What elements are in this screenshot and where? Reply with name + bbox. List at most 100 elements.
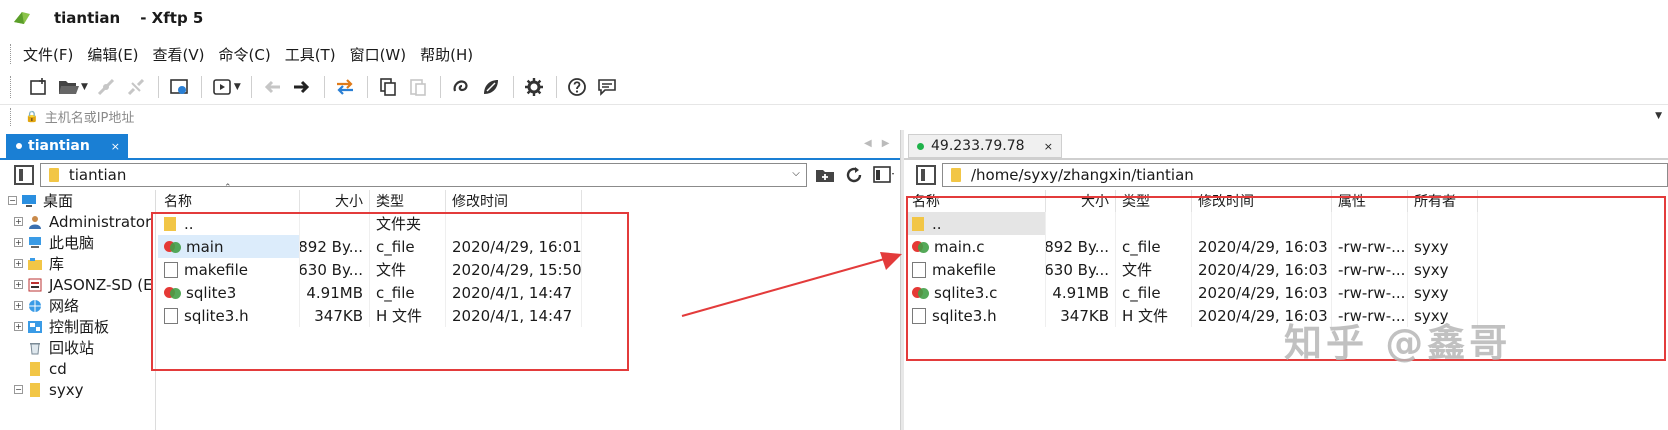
play-terminal-icon [213,79,231,95]
tab-remote-close-icon[interactable]: × [1044,140,1053,153]
copy-icon [380,78,396,96]
tree-item-sd-card[interactable]: + JASONZ-SD (E [8,274,155,295]
address-grip[interactable] [10,107,13,126]
tab-local-label: tiantian [28,138,90,154]
tree-item-network[interactable]: + 网络 [8,295,155,316]
tree-item-label: syxy [49,380,84,399]
remote-tree-toggle-button[interactable] [916,165,936,185]
app-name: - Xftp 5 [140,9,204,27]
tree-item-this-pc[interactable]: + 此电脑 [8,232,155,253]
expand-icon[interactable]: + [14,280,23,289]
local-tree-toggle-button[interactable] [14,165,34,185]
new-session-button[interactable] [25,73,53,101]
tree-item-label: 回收站 [49,339,95,357]
xftp-button[interactable] [477,73,505,101]
col-header-type[interactable]: 类型 [370,190,446,212]
chat-button[interactable] [593,73,621,101]
tab-local[interactable]: tiantian × [6,134,128,158]
help-button[interactable] [563,73,591,101]
open-session-button[interactable] [55,73,83,101]
toolbar-separator [157,76,159,98]
local-path-text: tiantian [68,166,127,184]
tree-item-label: 控制面板 [49,318,110,336]
tree-item-label: 桌面 [43,192,74,210]
back-button[interactable] [258,73,286,101]
toolbar-separator [439,76,441,98]
recycle-bin-icon [27,341,43,355]
sync-button[interactable] [331,73,359,101]
folder-icon [950,168,961,182]
collapse-icon[interactable]: − [14,385,23,394]
tree-item-control-panel[interactable]: + 控制面板 [8,316,155,337]
terminal-dropdown-icon[interactable]: ▼ [234,82,241,92]
lock-icon: 🔒 [25,110,39,123]
menu-command[interactable]: 命令(C) [219,44,271,65]
remote-path-combobox[interactable]: /home/syxy/zhangxin/tiantian [941,163,1668,187]
control-panel-icon [27,320,43,334]
folder-plus-icon [815,170,834,182]
tab-scroll-arrows-icon[interactable]: ◀▶ [864,138,899,149]
disconnect-button[interactable] [122,73,150,101]
tree-item-syxy[interactable]: − syxy [8,379,155,400]
toolbar-separator [366,76,368,98]
properties-button[interactable] [165,73,193,101]
desktop-icon [21,194,37,208]
menu-grip[interactable] [10,44,13,64]
paste-button[interactable] [404,73,432,101]
tree-item-library[interactable]: + 库 [8,253,155,274]
xshell-button[interactable] [447,73,475,101]
remote-path-text: /home/syxy/zhangxin/tiantian [970,166,1194,184]
local-refresh-button[interactable] [841,161,869,189]
expand-icon[interactable]: + [14,301,23,310]
collapse-icon[interactable]: − [8,196,17,205]
address-dropdown-icon[interactable]: ▼ [1655,111,1662,121]
expand-icon[interactable]: + [14,259,23,268]
arrow-left-icon [264,80,280,94]
connect-button[interactable] [92,73,120,101]
menu-file[interactable]: 文件(F) [23,44,73,65]
properties-icon [170,79,188,94]
open-session-dropdown-icon[interactable]: ▼ [81,82,88,92]
menu-edit[interactable]: 编辑(E) [87,44,138,65]
local-view-button[interactable] [870,161,898,189]
menu-help[interactable]: 帮助(H) [420,44,473,65]
col-header-modified[interactable]: 修改时间 [446,190,582,212]
expand-icon[interactable]: + [14,217,23,226]
folder-icon [27,382,43,397]
library-icon [27,257,43,271]
col-header-name[interactable]: 名称 [158,190,300,212]
forward-button[interactable] [288,73,316,101]
menu-view[interactable]: 查看(V) [153,44,205,65]
tab-status-dot [16,143,22,149]
help-circle-icon [567,78,586,96]
toolbar-grip[interactable] [10,76,13,98]
local-path-combobox[interactable]: tiantian ⌵ [39,163,807,187]
annotation-box-local [151,212,629,371]
tree-item-label: JASONZ-SD (E [49,275,153,294]
copy-button[interactable] [374,73,402,101]
tree-item-recycle-bin[interactable]: 回收站 [8,337,155,358]
tree-item-desktop[interactable]: − 桌面 [8,190,155,211]
toolbar-separator [512,76,514,98]
tab-local-close-icon[interactable]: × [111,140,120,153]
toolbar-separator [200,76,202,98]
xftp-logo-icon [14,12,30,24]
menu-window[interactable]: 窗口(W) [350,44,407,65]
tab-remote[interactable]: 49.233.79.78 × [908,134,1062,158]
col-header-size[interactable]: 大小 [300,190,370,212]
new-folder-button[interactable] [811,161,839,189]
tree-item-label: cd [49,359,67,378]
tree-item-administrator[interactable]: + Administrator [8,211,155,232]
expand-icon[interactable]: + [14,322,23,331]
options-button[interactable] [520,73,548,101]
tree-item-label: 此电脑 [49,234,95,252]
tree-item-cd[interactable]: cd [8,358,155,379]
expand-icon[interactable]: + [14,238,23,247]
paste-icon [410,79,426,96]
window-title: tiantian [54,9,121,27]
host-address-input[interactable]: 主机名或IP地址 [45,107,135,126]
chevron-down-icon[interactable]: ⌵ [792,168,800,179]
terminal-button[interactable] [208,73,236,101]
menu-tools[interactable]: 工具(T) [285,44,336,65]
local-path-row: tiantian ⌵ [14,160,900,190]
